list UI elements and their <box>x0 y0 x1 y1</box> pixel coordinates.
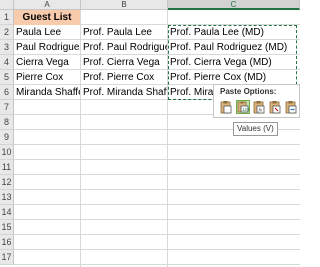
paste-formatting-icon[interactable] <box>268 100 282 114</box>
paste-icon[interactable] <box>219 100 233 114</box>
row-header[interactable]: 1 <box>0 10 14 25</box>
paste-formulas-icon[interactable]: fx <box>252 100 266 114</box>
values-tooltip: Values (V) <box>233 122 278 136</box>
row-header[interactable]: 11 <box>0 160 14 175</box>
gridline <box>14 234 300 235</box>
paste-options-panel: Paste Options: 123 fx <box>213 84 300 118</box>
cell-b2[interactable]: Prof. Paula Lee <box>81 25 167 40</box>
row-header[interactable]: 10 <box>0 145 14 160</box>
row-header[interactable]: 16 <box>0 235 14 250</box>
row-header[interactable]: 15 <box>0 220 14 235</box>
column-header-a[interactable]: A <box>14 0 81 10</box>
column-header-b[interactable]: B <box>81 0 168 10</box>
paste-options-title: Paste Options: <box>220 87 277 96</box>
gridline <box>14 264 300 265</box>
row-header[interactable]: 6 <box>0 85 14 100</box>
row-header[interactable]: 17 <box>0 250 14 265</box>
row-header[interactable]: 13 <box>0 190 14 205</box>
gridline <box>14 189 300 190</box>
row-header[interactable]: 5 <box>0 70 14 85</box>
cell-a5[interactable]: Pierre Cox <box>14 70 80 85</box>
gridline <box>14 159 300 160</box>
gridline <box>14 249 300 250</box>
cell-a3[interactable]: Paul Rodriguez <box>14 40 80 55</box>
column-header-c[interactable]: C <box>168 0 300 10</box>
gridline <box>14 174 300 175</box>
cell-b3[interactable]: Prof. Paul Rodriguez <box>81 40 167 55</box>
row-header[interactable]: 9 <box>0 130 14 145</box>
svg-text:123: 123 <box>242 107 249 112</box>
cell-b4[interactable]: Prof. Cierra Vega <box>81 55 167 70</box>
cell-a2[interactable]: Paula Lee <box>14 25 80 40</box>
paste-values-icon[interactable]: 123 <box>236 100 250 114</box>
row-header[interactable]: 4 <box>0 55 14 70</box>
guest-list-title-cell[interactable]: Guest List <box>14 10 80 25</box>
row-header[interactable]: 14 <box>0 205 14 220</box>
select-all-corner[interactable] <box>0 0 14 10</box>
row-header[interactable]: 8 <box>0 115 14 130</box>
gridline <box>14 204 300 205</box>
row-header[interactable]: 2 <box>0 25 14 40</box>
cell-a6[interactable]: Miranda Shaffer <box>14 85 80 100</box>
cell-a4[interactable]: Cierra Vega <box>14 55 80 70</box>
cell-b5[interactable]: Prof. Pierre Cox <box>81 70 167 85</box>
cell-b6[interactable]: Prof. Miranda Shaffer <box>81 85 167 100</box>
gridline <box>14 219 300 220</box>
row-header[interactable]: 3 <box>0 40 14 55</box>
row-header[interactable]: 12 <box>0 175 14 190</box>
gridline <box>14 144 300 145</box>
paste-link-icon[interactable] <box>284 100 298 114</box>
row-header[interactable]: 7 <box>0 100 14 115</box>
